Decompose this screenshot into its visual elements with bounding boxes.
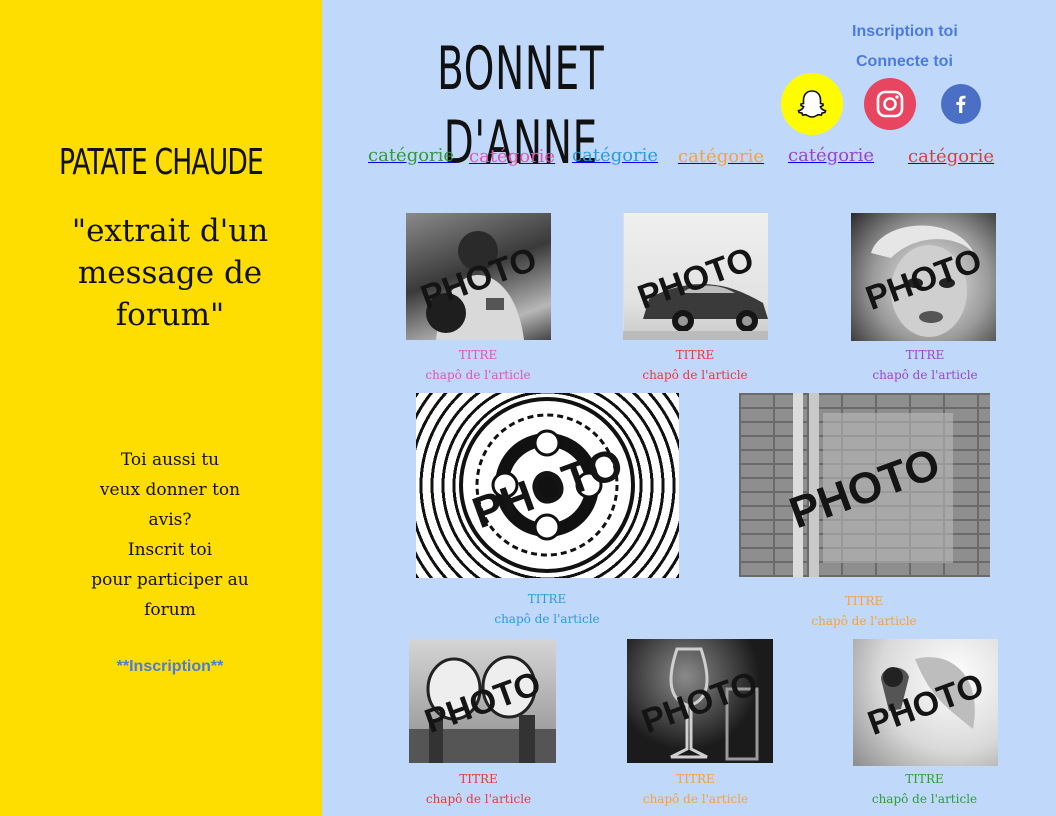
cta-line: Toi aussi tu [120, 450, 220, 470]
article-title: TITRE [459, 772, 498, 786]
article-title: TITRE [905, 348, 945, 362]
article-chapo: chapô de l'article [642, 792, 749, 806]
forum-cta: Toi aussi tu veux donner ton avis? Inscr… [60, 445, 280, 625]
article-photo[interactable]: PHOTO [416, 393, 679, 578]
article-caption[interactable]: TITRE chapô de l'article [405, 345, 551, 385]
article-title: TITRE [675, 348, 715, 362]
sidebar-title: PATATE CHAUDE [59, 142, 264, 183]
article-title: TITRE [527, 592, 567, 606]
category-link[interactable]: catégorie [368, 145, 454, 166]
category-link[interactable]: catégorie [678, 146, 764, 167]
facebook-button[interactable] [941, 84, 981, 124]
sidebar-signup-link[interactable]: **Inscription** [0, 658, 340, 676]
article-title: TITRE [676, 772, 715, 786]
article-photo[interactable]: PHOTO [406, 213, 551, 340]
category-label: catégorie [368, 145, 455, 166]
article-photo[interactable]: PHOTO [853, 639, 998, 766]
article-caption[interactable]: TITRE chapô de l'article [622, 769, 769, 809]
article-caption[interactable]: TITRE chapô de l'article [447, 589, 647, 629]
cta-line: Inscrit toi [127, 540, 213, 560]
category-label: catégorie [788, 145, 875, 166]
category-label: catégorie [572, 145, 659, 166]
article-title: TITRE [905, 772, 944, 786]
category-link[interactable]: catégorie [908, 146, 994, 167]
article-title: TITRE [844, 594, 884, 608]
facebook-icon [956, 95, 966, 113]
article-chapo: chapô de l'article [871, 792, 978, 806]
cta-line: pour participer au [91, 570, 249, 590]
article-chapo: chapô de l'article [811, 614, 917, 628]
article-photo[interactable]: PHOTO [409, 639, 556, 763]
snapchat-icon [797, 90, 827, 118]
article-caption[interactable]: TITRE chapô de l'article [851, 769, 998, 809]
article-title: TITRE [458, 348, 498, 362]
category-label: catégorie [908, 146, 995, 167]
snapchat-button[interactable] [781, 73, 843, 135]
article-caption[interactable]: TITRE chapô de l'article [764, 591, 964, 631]
category-label: catégorie [469, 146, 556, 167]
article-chapo: chapô de l'article [642, 368, 748, 382]
article-chapo: chapô de l'article [494, 612, 600, 626]
cta-line: avis? [148, 510, 192, 530]
article-photo[interactable]: PHOTO [627, 639, 773, 763]
signup-link[interactable]: Inscription toi [852, 23, 958, 41]
article-caption[interactable]: TITRE chapô de l'article [622, 345, 768, 385]
cta-line: veux donner ton [99, 480, 241, 500]
cta-line: forum [144, 600, 196, 620]
category-link[interactable]: catégorie [469, 146, 555, 167]
article-caption[interactable]: TITRE chapô de l'article [852, 345, 998, 385]
login-link[interactable]: Connecte toi [856, 53, 953, 71]
article-photo[interactable]: PHOTO [623, 213, 768, 340]
article-chapo: chapô de l'article [872, 368, 978, 382]
article-chapo: chapô de l'article [425, 792, 532, 806]
instagram-icon [876, 90, 904, 118]
article-photo[interactable]: PHOTO [851, 213, 996, 341]
article-photo[interactable]: PHOTO [739, 393, 990, 577]
instagram-button[interactable] [864, 78, 916, 130]
category-link[interactable]: catégorie [788, 145, 874, 166]
category-label: catégorie [678, 146, 765, 167]
article-caption[interactable]: TITRE chapô de l'article [405, 769, 552, 809]
forum-quote: "extrait d'un message de forum" [71, 213, 269, 333]
category-link[interactable]: catégorie [572, 145, 658, 166]
article-chapo: chapô de l'article [425, 368, 531, 382]
sidebar: PATATE CHAUDE "extrait d'un message de f… [0, 0, 322, 816]
